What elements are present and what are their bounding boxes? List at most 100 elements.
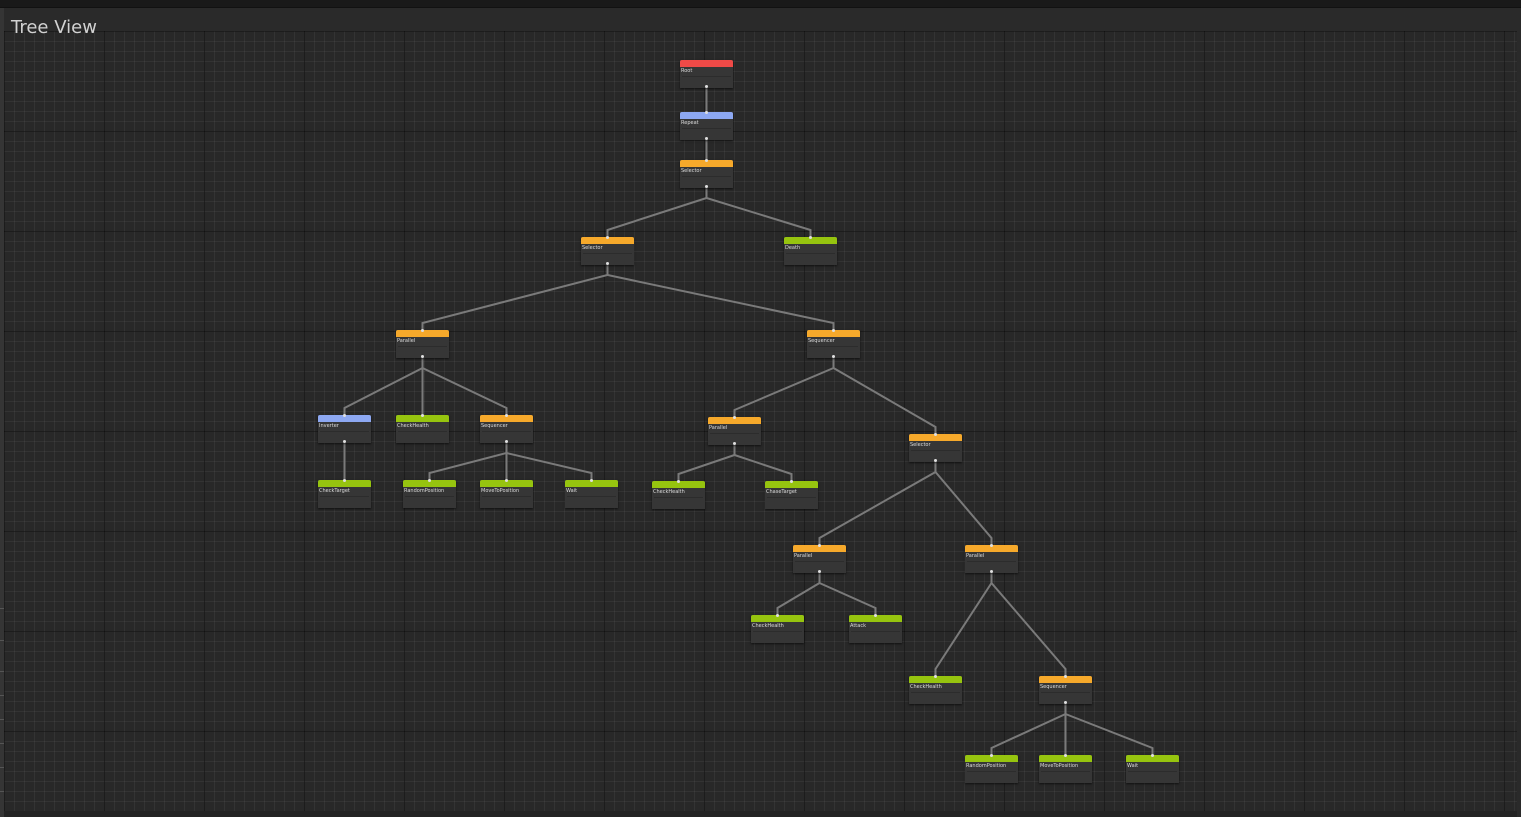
- input-port-icon[interactable]: [1064, 675, 1067, 678]
- node-divider: [398, 431, 447, 432]
- node-label: CheckHealth: [653, 489, 685, 495]
- input-port-icon[interactable]: [990, 754, 993, 757]
- node-parallel-d[interactable]: Parallel: [965, 544, 1018, 573]
- node-divider: [583, 253, 632, 254]
- node-label: Selector: [681, 168, 702, 174]
- node-checkhealth-4[interactable]: CheckHealth: [909, 675, 962, 704]
- canvas-bottom-edge: [4, 811, 1517, 817]
- node-divider: [320, 431, 369, 432]
- node-divider: [682, 176, 731, 177]
- input-port-icon[interactable]: [705, 111, 708, 114]
- input-port-icon[interactable]: [990, 544, 993, 547]
- node-label: Parallel: [794, 553, 813, 559]
- node-wait-2[interactable]: Wait: [1126, 754, 1179, 783]
- node-divider: [767, 497, 816, 498]
- node-selector-main[interactable]: Selector: [680, 159, 733, 188]
- node-repeat[interactable]: Repeat: [680, 111, 733, 140]
- input-port-icon[interactable]: [809, 236, 812, 239]
- input-port-icon[interactable]: [776, 614, 779, 617]
- input-port-icon[interactable]: [733, 416, 736, 419]
- output-port-icon[interactable]: [934, 459, 937, 462]
- input-port-icon[interactable]: [677, 480, 680, 483]
- node-divider: [682, 128, 731, 129]
- node-death[interactable]: Death: [784, 236, 837, 265]
- output-port-icon[interactable]: [1064, 701, 1067, 704]
- node-header-bar: [680, 60, 733, 67]
- node-attack[interactable]: Attack: [849, 614, 902, 643]
- node-label: Parallel: [397, 338, 416, 344]
- output-port-icon[interactable]: [705, 185, 708, 188]
- input-port-icon[interactable]: [832, 329, 835, 332]
- node-label: Root: [681, 68, 693, 74]
- input-port-icon[interactable]: [421, 414, 424, 417]
- node-label: Parallel: [709, 425, 728, 431]
- node-label: Sequencer: [1040, 684, 1067, 690]
- node-selector-b[interactable]: Selector: [909, 433, 962, 462]
- node-label: Sequencer: [808, 338, 835, 344]
- output-port-icon[interactable]: [733, 442, 736, 445]
- node-parallel-c[interactable]: Parallel: [793, 544, 846, 573]
- node-divider: [1128, 771, 1177, 772]
- node-label: ChaseTarget: [766, 489, 797, 495]
- input-port-icon[interactable]: [1064, 754, 1067, 757]
- input-port-icon[interactable]: [934, 433, 937, 436]
- input-port-icon[interactable]: [343, 414, 346, 417]
- node-wait-1[interactable]: Wait: [565, 479, 618, 508]
- output-port-icon[interactable]: [421, 355, 424, 358]
- node-divider: [482, 496, 531, 497]
- node-sequencer-c[interactable]: Sequencer: [1039, 675, 1092, 704]
- node-movetopos-2[interactable]: MoveToPosition: [1039, 754, 1092, 783]
- node-divider: [405, 496, 454, 497]
- node-checkhealth-3[interactable]: CheckHealth: [751, 614, 804, 643]
- node-divider: [795, 561, 844, 562]
- node-sequencer-b[interactable]: Sequencer: [807, 329, 860, 358]
- output-port-icon[interactable]: [505, 440, 508, 443]
- node-checkhealth-2[interactable]: CheckHealth: [652, 480, 705, 509]
- left-ruler: [0, 0, 4, 817]
- node-selector-a[interactable]: Selector: [581, 236, 634, 265]
- node-label: MoveToPosition: [1040, 763, 1079, 769]
- node-divider: [682, 76, 731, 77]
- input-port-icon[interactable]: [421, 329, 424, 332]
- node-divider: [851, 631, 900, 632]
- node-parallel-a[interactable]: Parallel: [396, 329, 449, 358]
- output-port-icon[interactable]: [832, 355, 835, 358]
- node-parallel-b[interactable]: Parallel: [708, 416, 761, 445]
- node-movetopos-1[interactable]: MoveToPosition: [480, 479, 533, 508]
- input-port-icon[interactable]: [505, 414, 508, 417]
- input-port-icon[interactable]: [934, 675, 937, 678]
- output-port-icon[interactable]: [343, 440, 346, 443]
- input-port-icon[interactable]: [428, 479, 431, 482]
- node-inverter[interactable]: Inverter: [318, 414, 371, 443]
- node-label: Wait: [1127, 763, 1139, 769]
- input-port-icon[interactable]: [505, 479, 508, 482]
- input-port-icon[interactable]: [818, 544, 821, 547]
- node-checktarget[interactable]: CheckTarget: [318, 479, 371, 508]
- input-port-icon[interactable]: [590, 479, 593, 482]
- node-label: MoveToPosition: [481, 488, 520, 494]
- node-root[interactable]: Root: [680, 60, 733, 88]
- node-label: RandomPosition: [966, 763, 1007, 769]
- output-port-icon[interactable]: [705, 85, 708, 88]
- input-port-icon[interactable]: [874, 614, 877, 617]
- output-port-icon[interactable]: [818, 570, 821, 573]
- node-randompos-2[interactable]: RandomPosition: [965, 754, 1018, 783]
- node-label: Selector: [582, 245, 603, 251]
- output-port-icon[interactable]: [606, 262, 609, 265]
- node-chasetarget[interactable]: ChaseTarget: [765, 480, 818, 509]
- output-port-icon[interactable]: [990, 570, 993, 573]
- input-port-icon[interactable]: [606, 236, 609, 239]
- node-sequencer-a[interactable]: Sequencer: [480, 414, 533, 443]
- node-divider: [1041, 692, 1090, 693]
- node-randompos-1[interactable]: RandomPosition: [403, 479, 456, 508]
- node-checkhealth-1[interactable]: CheckHealth: [396, 414, 449, 443]
- node-divider: [809, 346, 858, 347]
- node-divider: [320, 496, 369, 497]
- input-port-icon[interactable]: [1151, 754, 1154, 757]
- input-port-icon[interactable]: [790, 480, 793, 483]
- input-port-icon[interactable]: [343, 479, 346, 482]
- output-port-icon[interactable]: [705, 137, 708, 140]
- node-divider: [967, 771, 1016, 772]
- input-port-icon[interactable]: [705, 159, 708, 162]
- node-label: Wait: [566, 488, 578, 494]
